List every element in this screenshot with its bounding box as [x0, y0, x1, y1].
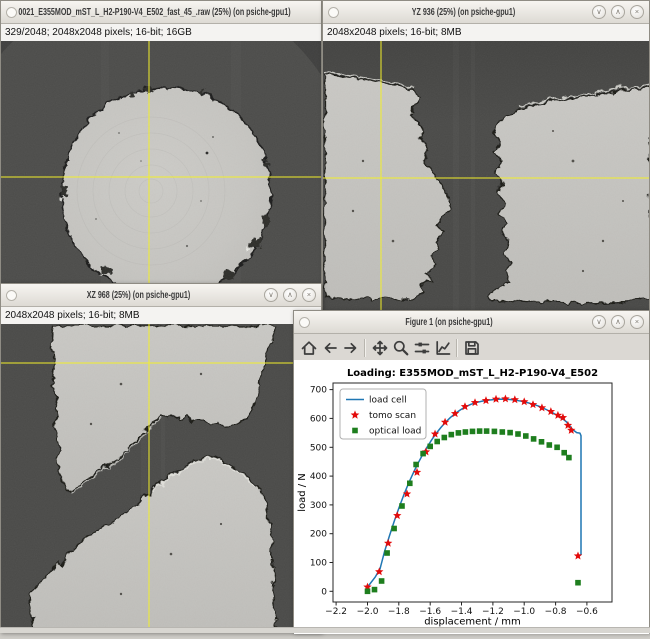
toolbar-separator [456, 339, 458, 357]
x-tick-label: −1.2 [482, 607, 504, 617]
unshade-icon: ∧ [615, 317, 621, 326]
shade-icon: ∨ [596, 7, 602, 16]
close-icon: × [307, 290, 311, 299]
subplots-icon [413, 339, 431, 357]
home-icon [300, 339, 318, 357]
x-tick-label: −1.0 [513, 607, 535, 617]
x-tick-label: −2.0 [357, 607, 379, 617]
legend-label: optical load [369, 427, 421, 437]
y-tick-label: 300 [310, 501, 327, 511]
window-tomo-xy: 0021_E355MOD_mST_L_H2-P190-V4_E502_fast_… [0, 0, 322, 296]
figure-toolbar [294, 334, 649, 362]
window-shade-button[interactable]: ∨ [592, 315, 606, 329]
forward-icon [342, 339, 360, 357]
legend: load cell tomo scan optical load [340, 389, 426, 439]
y-tick-label: 600 [310, 414, 327, 424]
window-figure: Figure 1 (on psiche-gpu1) ∨ ∧ × −2.2 −2.0 −1… [293, 310, 650, 633]
toolbar-separator [364, 339, 366, 357]
unshade-icon: ∧ [287, 290, 293, 299]
window-menu-icon[interactable] [328, 7, 339, 18]
toolbar-zoom-button[interactable] [390, 339, 411, 357]
x-tick-label: −1.8 [388, 607, 410, 617]
tomo-xz-image[interactable] [1, 324, 321, 632]
image-info-bar: 329/2048; 2048x2048 pixels; 16-bit; 16GB [1, 24, 321, 42]
window-title: YZ 936 (25%) (on psiche-gpu1) [379, 6, 548, 18]
zoom-icon [392, 339, 410, 357]
y-tick-label: 700 [310, 386, 327, 396]
plot-title: Loading: E355MOD_mST_L_H2-P190-V4_E502 [347, 368, 598, 379]
image-info-bar: 2048x2048 pixels; 16-bit; 8MB [1, 307, 321, 325]
window-unshade-button[interactable]: ∧ [611, 315, 625, 329]
window-shade-button[interactable]: ∨ [592, 5, 606, 19]
unshade-icon: ∧ [615, 7, 621, 16]
y-axis-label: load / N [297, 473, 308, 512]
y-tick-label: 100 [310, 559, 327, 569]
titlebar-figure[interactable]: Figure 1 (on psiche-gpu1) ∨ ∧ × [294, 311, 649, 334]
y-tick-label: 400 [310, 472, 327, 482]
toolbar-back-button[interactable] [319, 339, 340, 357]
x-tick-label: −0.8 [545, 607, 567, 617]
y-tick-label: 500 [310, 443, 327, 453]
window-menu-icon[interactable] [6, 290, 17, 301]
y-tick-label: 0 [321, 587, 327, 597]
window-unshade-button[interactable]: ∧ [611, 5, 625, 19]
window-title: 0021_E355MOD_mST_L_H2-P190-V4_E502_fast_… [17, 6, 291, 18]
customize-icon [434, 339, 452, 357]
close-icon: × [635, 317, 639, 326]
window-menu-icon[interactable] [6, 7, 17, 18]
window-title: XZ 968 (25%) (on psiche-gpu1) [56, 289, 221, 301]
legend-label: load cell [369, 396, 407, 406]
window-menu-icon[interactable] [299, 317, 310, 328]
titlebar-xz[interactable]: XZ 968 (25%) (on psiche-gpu1) ∨ ∧ × [1, 284, 321, 307]
y-tick-label: 200 [310, 530, 327, 540]
window-close-button[interactable]: × [302, 288, 316, 302]
image-info-bar: 2048x2048 pixels; 16-bit; 8MB [323, 24, 649, 42]
shade-icon: ∨ [596, 317, 602, 326]
legend-label: tomo scan [369, 411, 416, 421]
toolbar-customize-button[interactable] [432, 339, 453, 357]
toolbar-home-button[interactable] [298, 339, 319, 357]
save-icon [463, 339, 481, 357]
titlebar-xy[interactable]: 0021_E355MOD_mST_L_H2-P190-V4_E502_fast_… [1, 1, 321, 24]
x-tick-label: −1.4 [451, 607, 473, 617]
window-close-button[interactable]: × [630, 5, 644, 19]
back-icon [321, 339, 339, 357]
x-tick-label: −2.2 [325, 607, 347, 617]
window-close-button[interactable]: × [630, 315, 644, 329]
titlebar-yz[interactable]: YZ 936 (25%) (on psiche-gpu1) ∨ ∧ × [323, 1, 649, 24]
x-tick-label: −1.6 [419, 607, 441, 617]
toolbar-subplots-button[interactable] [411, 339, 432, 357]
window-unshade-button[interactable]: ∧ [283, 288, 297, 302]
pan-icon [371, 339, 389, 357]
shade-icon: ∨ [268, 290, 274, 299]
window-tomo-xz: XZ 968 (25%) (on psiche-gpu1) ∨ ∧ × 2048x2… [0, 283, 322, 633]
window-shade-button[interactable]: ∨ [264, 288, 278, 302]
figure-canvas[interactable]: −2.2 −2.0 −1.8 −1.6 −1.4 −1.2 −1.0 −0.8 −0.6 0 100… [294, 360, 649, 634]
tomo-xy-image[interactable] [1, 41, 321, 295]
tomo-yz-image[interactable] [323, 41, 649, 317]
toolbar-save-button[interactable] [461, 339, 482, 357]
x-tick-label: −0.6 [576, 607, 598, 617]
x-axis-label: displacement / mm [424, 617, 521, 628]
toolbar-forward-button[interactable] [340, 339, 361, 357]
toolbar-pan-button[interactable] [369, 339, 390, 357]
window-title: Figure 1 (on psiche-gpu1) [354, 316, 543, 328]
close-icon: × [635, 7, 639, 16]
screen-bottom-edge [0, 627, 650, 633]
window-tomo-yz: YZ 936 (25%) (on psiche-gpu1) ∨ ∧ × 2048x2… [322, 0, 650, 318]
